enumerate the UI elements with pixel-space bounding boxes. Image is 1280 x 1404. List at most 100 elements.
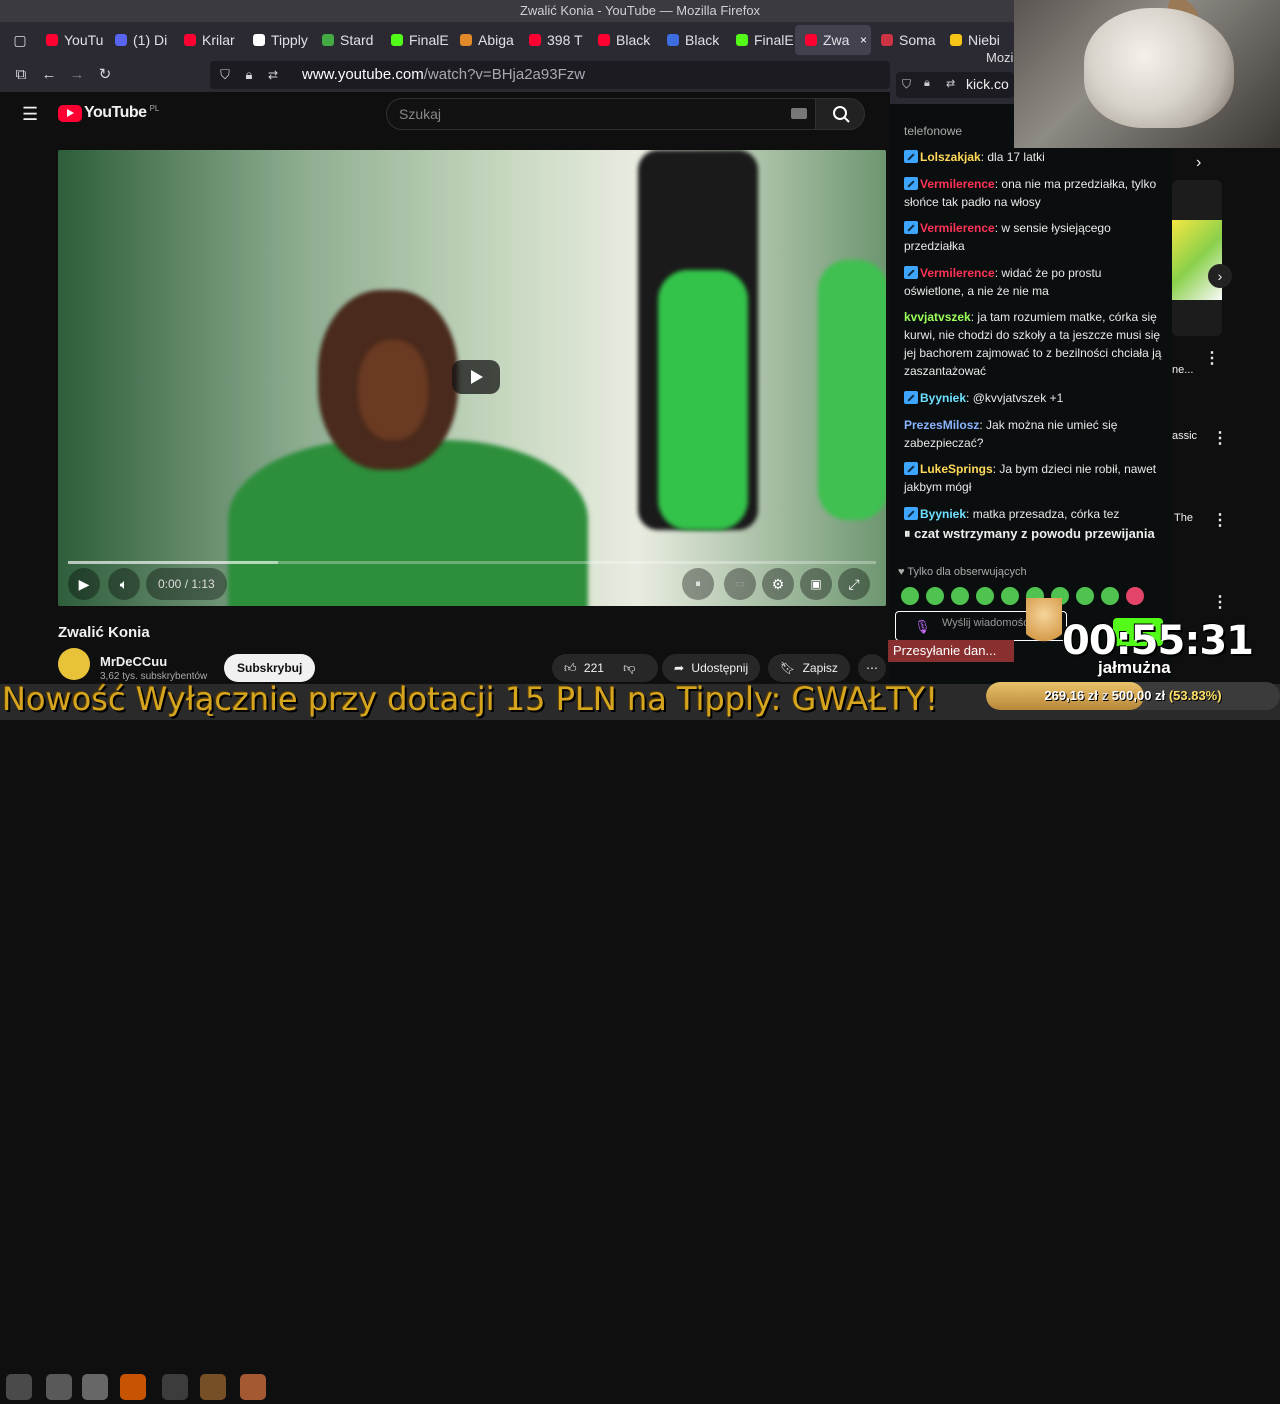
sub-badge-icon <box>904 507 918 520</box>
share-button[interactable]: ➦ Udostępnij <box>662 654 761 682</box>
emote-icon[interactable] <box>1001 587 1019 605</box>
volume-icon[interactable]: 🔈︎ <box>108 568 140 600</box>
back-icon[interactable]: ← <box>40 66 58 84</box>
like-icon[interactable]: 👍︎ <box>564 661 577 675</box>
chat-username[interactable]: Lolszakjak <box>920 150 981 164</box>
permissions-icon[interactable]: ⇄ <box>264 66 282 84</box>
like-dislike-group: 👍︎ 221 👎︎ <box>552 654 658 682</box>
autoplay-icon[interactable]: ⏸ <box>682 568 714 600</box>
browser-tab[interactable]: FinalE <box>381 25 450 55</box>
chat-username[interactable]: Byyniek <box>920 391 966 405</box>
browser-tab[interactable]: Krilar <box>174 25 243 55</box>
video-player[interactable]: ▶ 🔈︎ 0:00 / 1:13 ⏸ ▭ ⚙ ▣ ⤢ <box>58 150 886 606</box>
play-icon[interactable]: ▶ <box>68 568 100 600</box>
fullscreen-icon[interactable]: ⤢ <box>838 568 870 600</box>
lock-icon[interactable]: 🔒︎ <box>240 66 258 84</box>
channel-name[interactable]: MrDeCCuu <box>100 654 167 669</box>
emote-icon[interactable] <box>976 587 994 605</box>
chat-username[interactable]: PrezesMilosz <box>904 418 979 432</box>
recommendation-title[interactable]: ne... <box>1172 364 1193 376</box>
emote-icon[interactable] <box>1126 587 1144 605</box>
url-bar[interactable]: ⛉ 🔒︎ ⇄ www.youtube.com/watch?v=BHja2a93F… <box>210 61 890 89</box>
search-button[interactable] <box>815 98 865 130</box>
theater-icon[interactable]: ▣ <box>800 568 832 600</box>
donation-label: jałmużna <box>1098 658 1171 677</box>
youtube-logo[interactable]: YouTube PL <box>58 104 159 122</box>
tab-list-icon[interactable]: ▢ <box>4 25 36 55</box>
new-window-icon[interactable]: ⧉ <box>12 66 30 84</box>
video-figure <box>818 260 886 520</box>
chat-paused-banner[interactable]: ⏸ czat wstrzymany z powodu przewijania <box>890 522 1172 546</box>
kick-window-title: Mozi <box>986 50 1014 65</box>
browser-tab[interactable]: YouTu <box>36 25 105 55</box>
chat-username[interactable]: LukeSprings <box>920 462 993 476</box>
browser-tab[interactable]: FinalE <box>726 25 795 55</box>
forward-icon[interactable]: → <box>68 66 86 84</box>
browser-tab[interactable]: 398 T <box>519 25 588 55</box>
app-icon[interactable] <box>240 1374 266 1400</box>
emote-icon[interactable] <box>1076 587 1094 605</box>
shield-icon[interactable]: ⛉ <box>902 77 911 92</box>
menu-icon[interactable]: ☰ <box>22 105 38 123</box>
more-actions-button[interactable]: ⋯ <box>858 654 886 682</box>
chat-username[interactable]: Byyniek <box>920 507 966 521</box>
chevron-right-icon[interactable]: › <box>1196 154 1201 172</box>
close-tab-icon[interactable]: × <box>860 33 867 47</box>
app-icon[interactable] <box>46 1374 72 1400</box>
carousel-next-button[interactable]: › <box>1208 264 1232 288</box>
chat-paused-text: czat wstrzymany z powodu przewijania <box>914 526 1155 541</box>
browser-tab[interactable]: (1) Di <box>105 25 174 55</box>
recommendation-title[interactable]: The <box>1174 512 1193 524</box>
chat-username[interactable]: Vermilerence <box>920 177 995 191</box>
app-icon[interactable] <box>82 1374 108 1400</box>
dislike-icon[interactable]: 👎︎ <box>623 661 635 675</box>
tab-label: Stard <box>340 32 374 48</box>
recommendation-thumbnail[interactable] <box>1172 180 1222 336</box>
sub-badge-icon <box>904 177 918 190</box>
sub-badge-icon <box>904 221 918 234</box>
chat-username[interactable]: Vermilerence <box>920 221 995 235</box>
more-options-icon[interactable]: ⋮ <box>1204 348 1220 368</box>
app-icon[interactable] <box>6 1374 32 1400</box>
video-title: Zwalić Konia <box>58 624 150 641</box>
browser-tab[interactable]: Black <box>588 25 657 55</box>
browser-tab[interactable]: Zwa × <box>795 25 871 55</box>
permissions-icon[interactable]: ⇄ <box>946 77 955 90</box>
emote-icon[interactable] <box>926 587 944 605</box>
big-play-button[interactable] <box>452 360 500 394</box>
recommendation-title[interactable]: assic <box>1172 430 1197 442</box>
chat-username[interactable]: kvvjatvszek <box>904 310 971 324</box>
app-icon[interactable] <box>162 1374 188 1400</box>
progress-bar[interactable] <box>68 561 876 564</box>
more-options-icon[interactable]: ⋮ <box>1212 428 1228 448</box>
emote-icon[interactable] <box>951 587 969 605</box>
bookmark-icon: 🔖︎ <box>780 661 796 675</box>
browser-tab[interactable]: Abiga <box>450 25 519 55</box>
channel-avatar[interactable] <box>58 648 90 680</box>
save-button[interactable]: 🔖︎ Zapisz <box>768 654 850 682</box>
emote-icon[interactable] <box>1101 587 1119 605</box>
tab-favicon-icon <box>460 34 472 46</box>
chat-username[interactable]: Vermilerence <box>920 266 995 280</box>
browser-tab[interactable]: Tipply <box>243 25 312 55</box>
tab-label: Niebi <box>968 32 1000 48</box>
emote-icon[interactable] <box>901 587 919 605</box>
settings-icon[interactable]: ⚙ <box>762 568 794 600</box>
kick-url-bar[interactable]: ⛉ 🔒︎ ⇄ kick.co <box>896 72 1014 98</box>
more-options-icon[interactable]: ⋮ <box>1212 510 1228 530</box>
app-icon[interactable] <box>200 1374 226 1400</box>
keyboard-icon[interactable] <box>791 108 807 119</box>
browser-tab[interactable]: Black <box>657 25 726 55</box>
subscribe-button[interactable]: Subskrybuj <box>224 654 316 682</box>
more-options-icon[interactable]: ⋮ <box>1212 592 1228 612</box>
microphone-icon[interactable]: 🎙︎ <box>914 619 931 635</box>
reload-icon[interactable]: ↻ <box>96 66 114 84</box>
search-placeholder: Szukaj <box>399 106 442 122</box>
shield-icon[interactable]: ⛉ <box>216 66 234 84</box>
lock-icon[interactable]: 🔒︎ <box>924 77 930 90</box>
search-input[interactable]: Szukaj <box>386 98 816 130</box>
firefox-icon[interactable] <box>120 1374 146 1400</box>
browser-tab[interactable]: Stard <box>312 25 381 55</box>
subtitles-icon[interactable]: ▭ <box>724 568 756 600</box>
tab-label: FinalE <box>409 32 449 48</box>
